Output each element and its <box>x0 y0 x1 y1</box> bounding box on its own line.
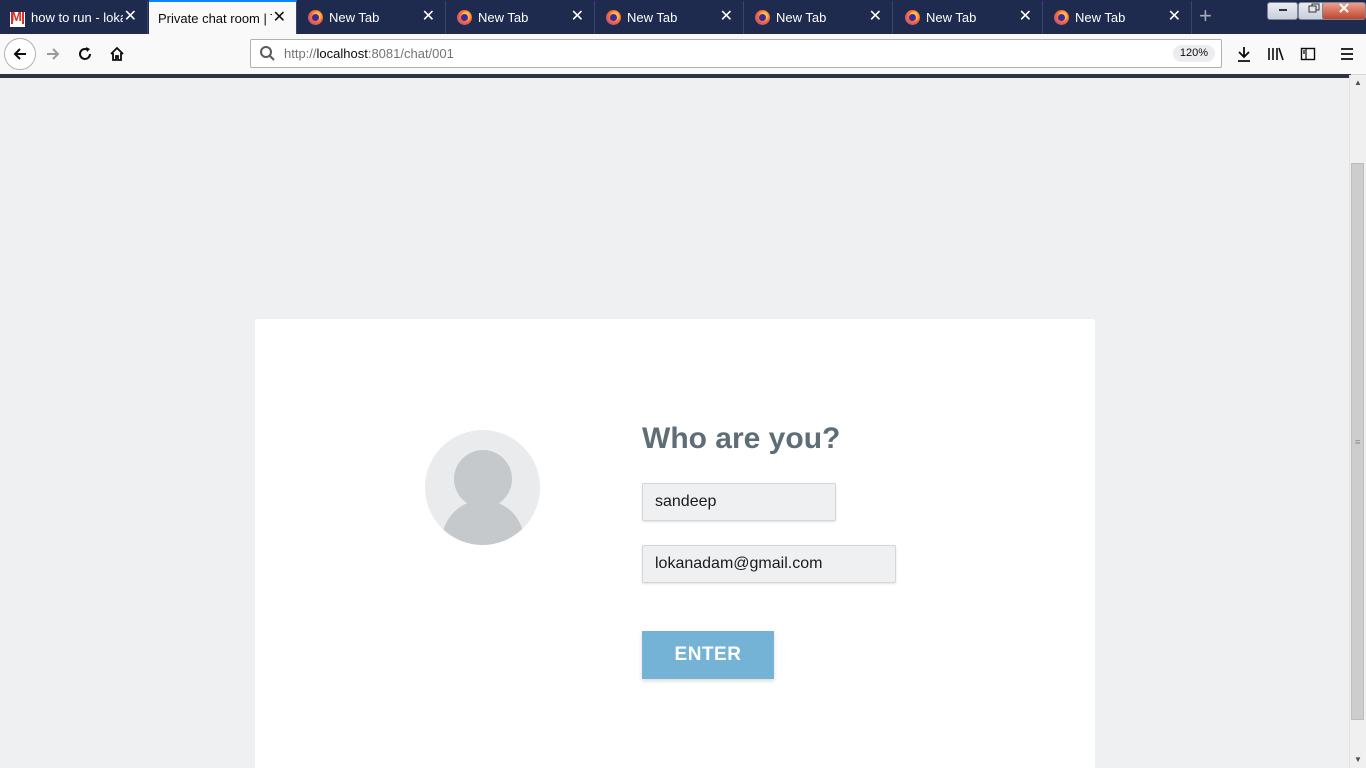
tab-close-icon[interactable]: ✕ <box>869 8 882 26</box>
firefox-icon <box>755 10 770 25</box>
reload-button[interactable] <box>70 39 100 69</box>
vertical-scrollbar[interactable]: ▲ ≡ ▼ <box>1349 75 1366 768</box>
tab-private-chat-room[interactable]: Private chat room | T ✕ <box>149 0 297 34</box>
close-icon <box>1339 3 1349 13</box>
minimize-icon <box>1278 9 1287 11</box>
minimize-button[interactable] <box>1267 2 1298 20</box>
tab-title: New Tab <box>478 10 529 25</box>
home-button[interactable] <box>102 39 132 69</box>
forward-button[interactable] <box>38 39 68 69</box>
tab-new-tab[interactable]: New Tab ✕ <box>298 1 446 34</box>
reload-icon <box>79 47 91 60</box>
search-icon <box>260 46 275 61</box>
tab-new-tab[interactable]: New Tab ✕ <box>1044 1 1192 34</box>
login-card: Who are you? ENTER <box>255 319 1095 768</box>
library-icon <box>1268 47 1284 61</box>
sidebar-button[interactable] <box>1293 39 1323 69</box>
avatar-placeholder-icon <box>425 430 540 545</box>
scroll-down-arrow-icon[interactable]: ▼ <box>1350 752 1366 768</box>
gmail-icon <box>10 10 25 27</box>
library-button[interactable] <box>1261 39 1291 69</box>
tab-close-icon[interactable]: ✕ <box>422 8 435 26</box>
name-input[interactable] <box>642 483 836 521</box>
new-tab-button[interactable]: + <box>1199 3 1212 29</box>
navigation-toolbar: http://localhost:8081/chat/001 120% <box>0 34 1366 75</box>
tab-close-icon[interactable]: ✕ <box>273 9 286 27</box>
tab-new-tab[interactable]: New Tab ✕ <box>745 1 893 34</box>
tab-close-icon[interactable]: ✕ <box>571 8 584 26</box>
firefox-icon <box>1054 10 1069 25</box>
back-button[interactable] <box>4 38 36 70</box>
address-bar[interactable]: http://localhost:8081/chat/001 120% <box>250 39 1222 68</box>
tab-close-icon[interactable]: ✕ <box>124 8 137 26</box>
tab-title: New Tab <box>627 10 678 25</box>
scroll-grip-icon: ≡ <box>1355 437 1361 447</box>
tab-title: New Tab <box>776 10 827 25</box>
window-close-button[interactable] <box>1322 2 1366 20</box>
tab-new-tab[interactable]: New Tab ✕ <box>596 1 744 34</box>
firefox-icon <box>905 10 920 25</box>
sidebar-icon <box>1300 47 1316 61</box>
tab-title: New Tab <box>926 10 977 25</box>
tab-new-tab[interactable]: New Tab ✕ <box>895 1 1043 34</box>
url-scheme: http:// <box>284 46 317 61</box>
url-host: localhost <box>316 46 368 61</box>
page-top-bar <box>0 74 1351 78</box>
arrow-right-icon <box>47 48 60 60</box>
tab-title: New Tab <box>1075 10 1126 25</box>
home-icon <box>110 46 124 61</box>
url-path: :8081/chat/001 <box>367 46 454 61</box>
tab-title: Private chat room | T <box>158 11 272 26</box>
firefox-icon <box>606 10 621 25</box>
tab-strip: how to run - loka ✕ Private chat room | … <box>0 0 1366 34</box>
downloads-button[interactable] <box>1229 39 1259 69</box>
url-text[interactable]: http://localhost:8081/chat/001 <box>284 46 454 61</box>
tab-title: how to run - loka <box>31 10 123 25</box>
scroll-thumb[interactable]: ≡ <box>1351 163 1364 720</box>
tab-gmail[interactable]: how to run - loka ✕ <box>0 1 148 34</box>
form-title: Who are you? <box>642 422 841 455</box>
restore-icon <box>1308 3 1319 13</box>
menu-button[interactable] <box>1332 39 1362 69</box>
hamburger-menu-icon <box>1341 48 1353 60</box>
download-icon <box>1238 47 1250 62</box>
tab-close-icon[interactable]: ✕ <box>1019 8 1032 26</box>
firefox-icon <box>308 10 323 25</box>
firefox-icon <box>457 10 472 25</box>
avatar-body <box>442 500 524 545</box>
enter-button[interactable]: ENTER <box>642 631 774 679</box>
zoom-level-button[interactable]: 120% <box>1172 45 1215 62</box>
tab-title: New Tab <box>329 10 380 25</box>
tab-close-icon[interactable]: ✕ <box>1168 8 1181 26</box>
email-input[interactable] <box>642 545 896 583</box>
scroll-up-arrow-icon[interactable]: ▲ <box>1350 75 1366 91</box>
arrow-left-icon <box>13 48 26 60</box>
tab-close-icon[interactable]: ✕ <box>720 8 733 26</box>
tab-new-tab[interactable]: New Tab ✕ <box>447 1 595 34</box>
